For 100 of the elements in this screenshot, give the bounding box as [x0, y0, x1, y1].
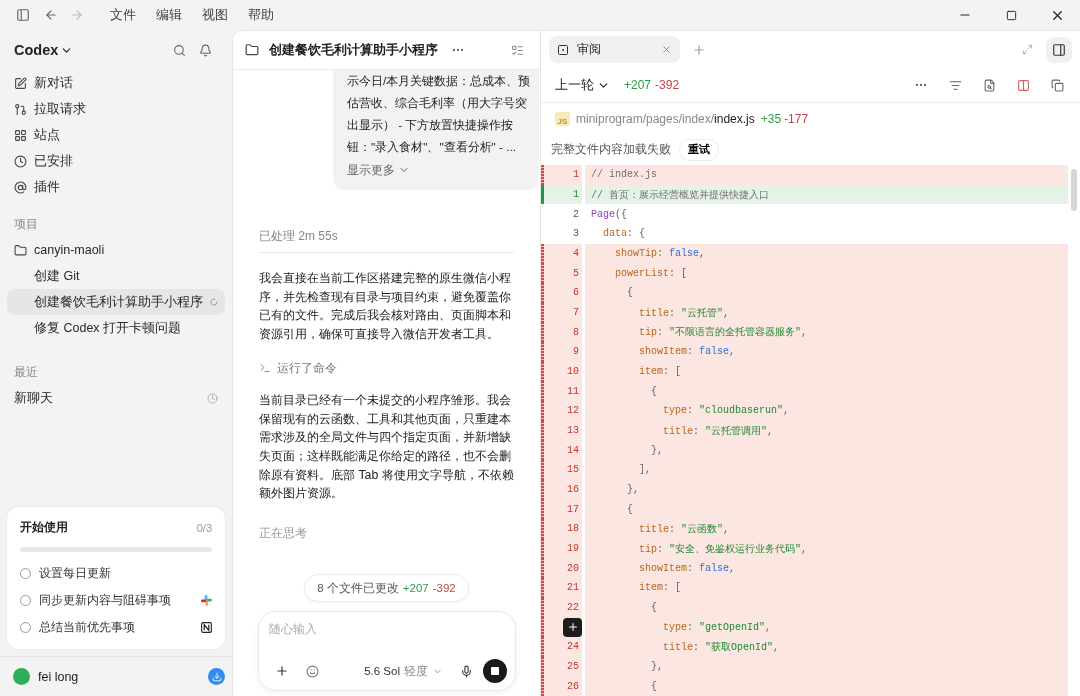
- code-text: // index.js: [590, 169, 657, 181]
- nav-item[interactable]: 插件: [7, 174, 225, 200]
- code-text: title: "云函数",: [638, 522, 730, 536]
- assistant-paragraph: 当前目录已经有一个未提交的小程序雏形。我会保留现有的云函数、工具和其他页面，只重建本需求涉及的全局文件与四个指定页面，并新增缺失页面；这样既能满足你给定的路径，也不会删除原有资料。底部 Tab 将使用文字导航，不依赖额外图片资源。: [259, 391, 515, 503]
- model-selector[interactable]: 5.6 Sol 轻度: [358, 663, 449, 679]
- code-text: item: [: [638, 366, 682, 378]
- project-folder[interactable]: canyin-maoli: [7, 237, 225, 263]
- line-number: 21: [566, 582, 579, 594]
- menu-item[interactable]: 编辑: [146, 3, 192, 27]
- retry-button[interactable]: 重试: [679, 138, 719, 161]
- code-text: {: [650, 385, 657, 397]
- command-summary[interactable]: 运行了命令: [277, 359, 337, 377]
- thinking-status: 正在思考: [259, 525, 308, 543]
- stop-button[interactable]: [483, 659, 507, 684]
- thread-item[interactable]: 新聊天: [7, 385, 225, 411]
- code-text: {: [650, 680, 657, 692]
- workspace-switcher[interactable]: Codex: [14, 42, 74, 58]
- code-text: data: {: [602, 228, 646, 240]
- task-checkbox[interactable]: [20, 595, 31, 606]
- round-selector[interactable]: 上一轮: [555, 76, 610, 94]
- assistant-paragraph: 我会直接在当前工作区搭建完整的原生微信小程序，并先检查现有目录与项目约束，避免覆盖你已有的文件。完成后我会核对路由、页面脚本和资源引用，确保可直接导入微信开发者工具。: [259, 270, 512, 344]
- review-tab[interactable]: 审阅: [549, 36, 680, 63]
- line-number: 16: [566, 484, 579, 496]
- line-number: 13: [566, 425, 579, 437]
- nav-item[interactable]: 站点: [7, 122, 225, 148]
- menu-item[interactable]: 文件: [100, 3, 146, 27]
- menu-item[interactable]: 视图: [192, 3, 238, 27]
- menu-item[interactable]: 帮助: [238, 3, 284, 27]
- lines-added: +207: [624, 78, 652, 92]
- line-number: 24: [566, 641, 579, 653]
- file-path[interactable]: miniprogram/pages/index/index.js: [576, 111, 755, 126]
- task-checkbox[interactable]: [20, 622, 31, 633]
- clock-icon: [14, 154, 27, 168]
- load-error-message: 完整文件内容加载失败: [551, 142, 671, 157]
- code-text: // 首页：展示经营概览并提供快捷入口: [590, 188, 769, 202]
- code-text: tip: "安全、免鉴权运行业务代码",: [638, 542, 808, 556]
- thread-item[interactable]: 创建 Git: [7, 263, 225, 289]
- code-text: },: [650, 444, 663, 456]
- download-button[interactable]: [208, 668, 225, 685]
- panel-toggle-button[interactable]: [1046, 36, 1072, 63]
- section-label: 项目: [13, 215, 39, 233]
- lines-removed: -392: [655, 78, 680, 92]
- elapsed-time: 已处理 2m 55s: [259, 228, 514, 253]
- plus-icon: [566, 621, 579, 634]
- code-text: Page({: [590, 208, 628, 220]
- task-label: 总结当前优先事项: [39, 620, 136, 635]
- show-more-button[interactable]: 显示更多: [347, 158, 410, 182]
- pen-icon: [14, 76, 27, 90]
- changed-files-chip[interactable]: 8 个文件已更改 +207 -392: [304, 574, 469, 603]
- line-number: 2: [572, 208, 579, 220]
- line-number: 1: [572, 169, 579, 181]
- thread-title: 创建餐饮毛利计算助手小程序: [269, 41, 438, 59]
- code-text: {: [626, 287, 633, 299]
- folder-icon: [14, 243, 27, 257]
- code-text: item: [: [638, 582, 682, 594]
- code-text: },: [650, 661, 663, 673]
- code-text: {: [650, 602, 657, 614]
- line-number: 12: [566, 405, 579, 417]
- line-number: 1: [572, 189, 579, 200]
- code-text: ],: [638, 464, 651, 476]
- line-number: 26: [566, 680, 579, 692]
- folder-icon: [245, 43, 259, 57]
- thread-item[interactable]: 修复 Codex 打开卡顿问题: [7, 315, 225, 341]
- at-sign-icon: [14, 180, 27, 194]
- line-number: 25: [566, 661, 579, 673]
- code-text: type: "cloudbaserun",: [662, 405, 790, 417]
- nav-item[interactable]: 新对话: [7, 70, 225, 96]
- code-text: type: "getOpenId",: [662, 621, 772, 633]
- line-number: 17: [566, 503, 579, 515]
- task-checkbox[interactable]: [20, 568, 31, 579]
- terminal-icon: [259, 362, 271, 375]
- task-label: 设置每日更新: [39, 566, 112, 581]
- code-text: showItem: false,: [638, 346, 736, 358]
- lines-added: +35: [760, 111, 782, 126]
- line-number: 11: [566, 385, 579, 397]
- thread-item[interactable]: 创建餐饮毛利计算助手小程序: [7, 289, 225, 315]
- line-number: 15: [566, 464, 579, 476]
- add-comment-button[interactable]: [563, 617, 582, 637]
- card-title: 开始使用: [20, 519, 68, 536]
- close-tab-icon[interactable]: [661, 44, 672, 55]
- nav-item[interactable]: 拉取请求: [7, 96, 225, 122]
- line-number: 3: [572, 228, 579, 240]
- code-text: title: "云托管",: [638, 306, 730, 320]
- review-icon: [557, 43, 569, 56]
- grid-icon: [14, 128, 27, 142]
- section-label: 最近: [13, 363, 39, 381]
- scrollbar-thumb[interactable]: [1071, 169, 1077, 211]
- line-number: 6: [572, 287, 579, 299]
- line-number: 20: [566, 562, 579, 574]
- pull-request-icon: [14, 102, 27, 116]
- nav-item[interactable]: 已安排: [7, 148, 225, 174]
- composer[interactable]: 随心输入 5.6 Sol 轻度: [258, 611, 516, 692]
- code-text: showTip: false,: [614, 248, 706, 259]
- line-number: 4: [572, 248, 579, 259]
- line-number: 18: [566, 523, 579, 535]
- lines-removed: -177: [784, 111, 809, 126]
- code-text: },: [626, 484, 639, 496]
- js-file-icon: JS: [555, 111, 570, 126]
- panel-icon: [1052, 42, 1066, 57]
- line-number: 19: [566, 543, 579, 555]
